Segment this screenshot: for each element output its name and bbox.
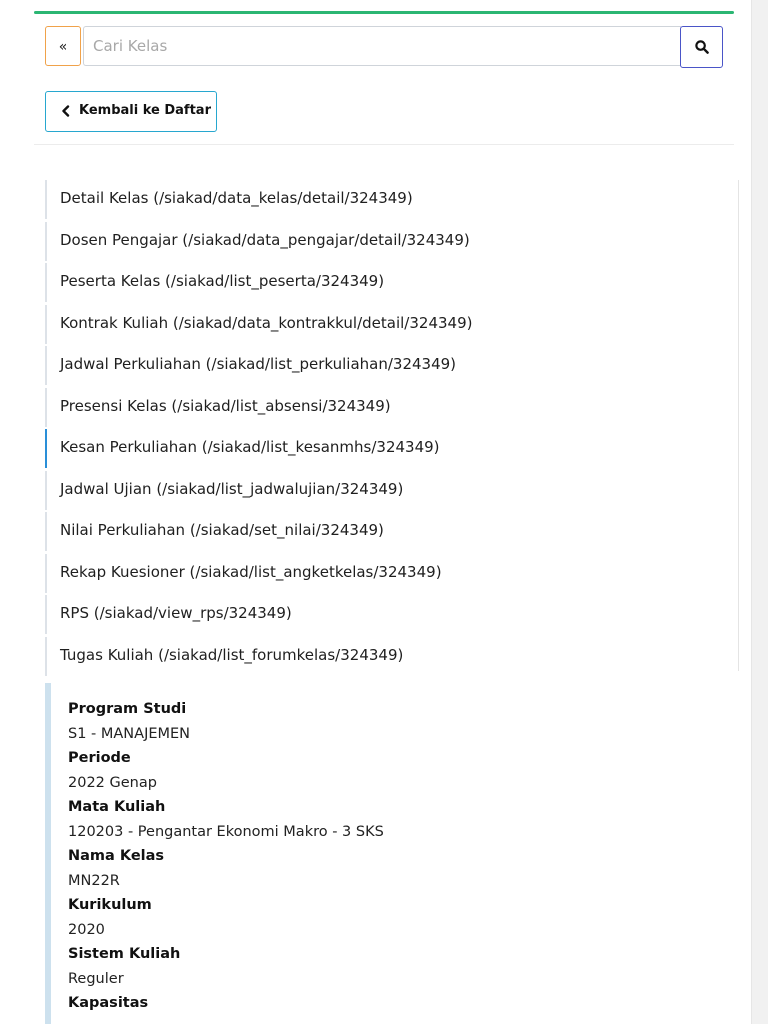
menu-item[interactable]: RPS (/siakad/view_rps/324349)	[45, 595, 735, 634]
info-field-label: Sistem Kuliah	[68, 946, 181, 962]
menu-item[interactable]: Kontrak Kuliah (/siakad/data_kontrakkul/…	[45, 304, 735, 344]
class-menu: Detail Kelas (/siakad/data_kelas/detail/…	[45, 180, 735, 678]
back-to-list-button[interactable]: Kembali ke Daftar	[45, 91, 217, 132]
info-field-label: Program Studi	[68, 701, 187, 717]
search-button[interactable]	[680, 26, 723, 68]
info-field-value: S1 - MANAJEMEN	[68, 726, 191, 742]
scrollbar[interactable]	[751, 0, 768, 1024]
menu-item[interactable]: Detail Kelas (/siakad/data_kelas/detail/…	[45, 180, 735, 219]
sidebar-toggle-button[interactable]: «	[45, 26, 81, 66]
search-bar: «	[45, 26, 723, 68]
menu-item[interactable]: Presensi Kelas (/siakad/list_absensi/324…	[45, 387, 735, 427]
info-field-label: Periode	[68, 750, 131, 766]
info-field-value: 2020	[68, 922, 105, 938]
menu-item[interactable]: Rekap Kuesioner (/siakad/list_angketkela…	[45, 553, 735, 593]
menu-item[interactable]: Nilai Perkuliahan (/siakad/set_nilai/324…	[45, 512, 735, 551]
menu-item[interactable]: Peserta Kelas (/siakad/list_peserta/3243…	[45, 263, 735, 302]
search-input[interactable]	[83, 26, 681, 66]
info-field-value: 2022 Genap	[68, 775, 157, 791]
menu-item[interactable]: Jadwal Ujian (/siakad/list_jadwalujian/3…	[45, 470, 735, 510]
info-field-label: Kapasitas	[68, 995, 149, 1011]
chevron-left-icon	[62, 105, 70, 117]
info-field-label: Mata Kuliah	[68, 799, 166, 815]
back-to-list-label: Kembali ke Daftar	[79, 103, 211, 118]
menu-item[interactable]: Tugas Kuliah (/siakad/list_forumkelas/32…	[45, 636, 735, 676]
class-info-panel: Program Studi S1 - MANAJEMEN Periode 2022 G…	[45, 683, 735, 1024]
menu-item[interactable]: Kesan Perkuliahan (/siakad/list_kesanmhs…	[45, 429, 735, 468]
info-field-label: Nama Kelas	[68, 848, 165, 864]
top-accent-bar	[34, 11, 734, 14]
menu-item[interactable]: Jadwal Perkuliahan (/siakad/list_perkuli…	[45, 346, 735, 385]
section-divider	[34, 144, 734, 145]
info-field-value: 120203 - Pengantar Ekonomi Makro - 3 SKS	[68, 824, 384, 840]
nav-right-rule	[738, 180, 739, 671]
info-field-value: MN22R	[68, 873, 120, 889]
info-field-value: Reguler	[68, 971, 124, 987]
menu-item[interactable]: Dosen Pengajar (/siakad/data_pengajar/de…	[45, 221, 735, 261]
info-field-label: Kurikulum	[68, 897, 152, 913]
search-icon	[695, 40, 709, 54]
